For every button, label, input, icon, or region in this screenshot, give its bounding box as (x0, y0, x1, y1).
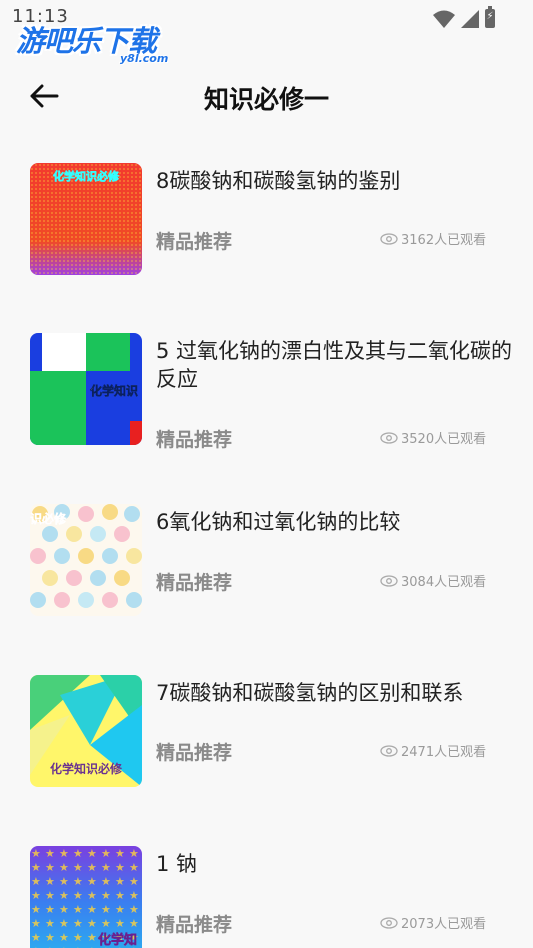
item-tag: 精品推荐 (156, 914, 233, 936)
watermark-logo: 游吧乐下载 y8l.com (16, 18, 191, 68)
eye-icon (380, 431, 398, 444)
item-title: 7碳酸钠和碳酸氢钠的区别和联系 (156, 681, 464, 705)
item-views: 3084人已观看 (380, 571, 486, 590)
page-title: 知识必修一 (203, 85, 329, 114)
item-views: 2073人已观看 (380, 913, 486, 932)
eye-icon (380, 232, 398, 245)
thumbnail-label: 化学知 (98, 932, 137, 948)
item-tag: 精品推荐 (156, 742, 233, 764)
thumbnail-label: 识必修 (30, 511, 67, 526)
watermark-subtext: y8l.com (120, 52, 169, 65)
list-item[interactable]: 化学知识必修 7碳酸钠和碳酸氢钠的区别和联系 精品推荐 2471人已观看 (0, 652, 533, 812)
wifi-icon (433, 10, 455, 28)
item-tag: 精品推荐 (156, 231, 233, 253)
eye-icon (380, 916, 398, 929)
thumbnail-label: 化学知识 (90, 383, 138, 398)
item-tag: 精品推荐 (156, 572, 233, 594)
views-count: 3162人已观看 (401, 233, 487, 248)
item-title: 5 过氧化钠的漂白性及其与二氧化碳的反应 (156, 339, 513, 391)
thumbnail-label: 化学知识必修 (53, 169, 120, 183)
status-icons (433, 6, 495, 28)
list-item[interactable]: 化学知识必修 8碳酸钠和碳酸氢钠的鉴别 精品推荐 3162人已观看 (0, 140, 533, 290)
views-count: 3520人已观看 (401, 432, 487, 447)
views-count: 3084人已观看 (401, 575, 487, 590)
views-count: 2471人已观看 (401, 745, 487, 760)
item-title: 8碳酸钠和碳酸氢钠的鉴别 (156, 169, 401, 193)
status-bar: 11:13 游吧乐下载 y8l.com (0, 0, 533, 65)
list-item[interactable]: ★ 化学知 1 钠 精品推荐 2073人已观看 (0, 824, 533, 948)
thumbnail: 化学知识必修 (30, 163, 142, 275)
thumbnail-label: 化学知识必修 (50, 761, 123, 776)
item-tag: 精品推荐 (156, 429, 233, 451)
item-title: 6氧化钠和过氧化钠的比较 (156, 510, 401, 534)
thumbnail: 化学知识 (30, 333, 142, 445)
item-views: 2471人已观看 (380, 741, 486, 760)
list-item[interactable]: 识必修 6氧化钠和过氧化钠的比较 精品推荐 3084人已观看 (0, 482, 533, 632)
thumbnail: ★ 化学知 (30, 846, 142, 948)
item-views: 3520人已观看 (380, 428, 486, 447)
item-views: 3162人已观看 (380, 229, 486, 248)
battery-icon (485, 6, 495, 28)
views-count: 2073人已观看 (401, 917, 487, 932)
eye-icon (380, 574, 398, 587)
list-item[interactable]: 化学知识 5 过氧化钠的漂白性及其与二氧化碳的反应 精品推荐 3520人已观看 (0, 310, 533, 460)
thumbnail: 化学知识必修 (30, 675, 142, 787)
header: 知识必修一 (0, 70, 533, 124)
signal-icon (461, 10, 479, 28)
eye-icon (380, 744, 398, 757)
thumbnail: 识必修 (30, 504, 142, 616)
item-title: 1 钠 (156, 852, 198, 876)
